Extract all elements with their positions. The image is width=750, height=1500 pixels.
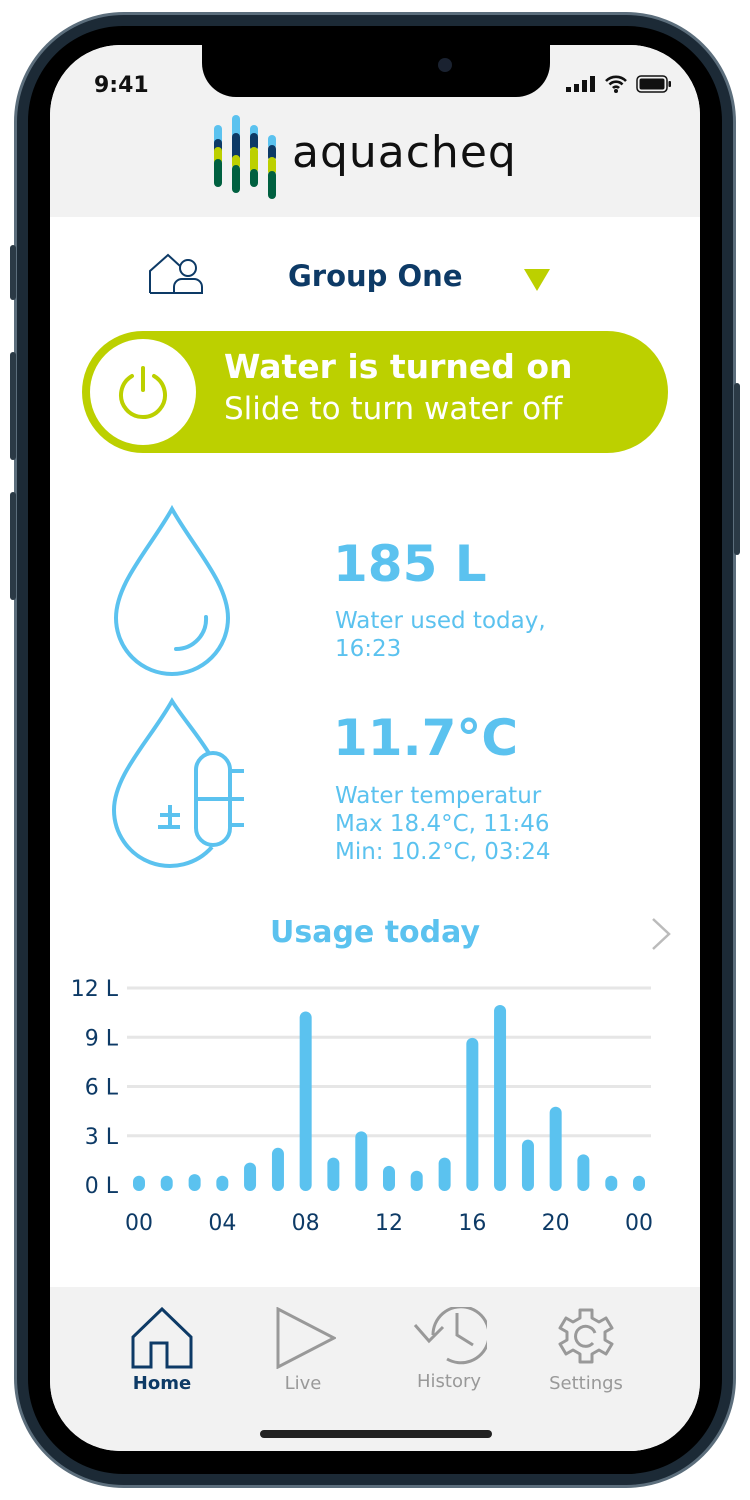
chevron-right-icon[interactable] <box>650 917 672 951</box>
y-tick-label: 9 L <box>85 1026 119 1051</box>
temperature-label: Water temperatur <box>335 783 542 809</box>
usage-time: 16:23 <box>335 636 402 662</box>
nav-label: History <box>416 1371 482 1392</box>
nav-label: Home <box>132 1373 192 1394</box>
camera <box>438 58 452 72</box>
usage-value: 185 L <box>333 535 487 593</box>
water-drop-icon <box>113 504 231 676</box>
power-icon <box>119 366 167 420</box>
slider-knob[interactable] <box>90 339 196 445</box>
usage-chart: 0 L 3 L 6 L 9 L 12 L 00 04 08 12 16 20 00 <box>71 977 653 1236</box>
history-icon <box>413 1307 487 1365</box>
x-tick-label: 16 <box>458 1211 486 1236</box>
x-tick-label: 20 <box>542 1211 570 1236</box>
nav-history[interactable]: History <box>389 1307 509 1392</box>
group-name: Group One <box>288 259 463 293</box>
drop-thermometer-icon <box>111 697 244 868</box>
signal-icon <box>566 76 595 92</box>
status-icons <box>566 75 672 93</box>
home-indicator <box>260 1430 492 1438</box>
temperature-min: Min: 10.2°C, 03:24 <box>335 839 551 865</box>
side-button <box>734 383 740 555</box>
x-tick-label: 04 <box>208 1211 236 1236</box>
usage-label: Water used today, <box>335 608 546 634</box>
gear-icon <box>558 1308 614 1364</box>
water-status-subtitle: Slide to turn water off <box>224 391 563 427</box>
nav-settings[interactable]: Settings <box>526 1307 646 1394</box>
x-tick-label: 08 <box>292 1211 320 1236</box>
bottom-nav: Home Live History Settings <box>50 1287 700 1451</box>
y-tick-label: 6 L <box>85 1076 119 1101</box>
nav-home[interactable]: Home <box>102 1307 222 1394</box>
nav-live[interactable]: Live <box>243 1307 363 1394</box>
home-icon <box>131 1307 193 1369</box>
nav-label: Live <box>284 1373 322 1394</box>
x-tick-label: 00 <box>625 1211 653 1236</box>
wifi-icon <box>605 75 627 93</box>
battery-icon <box>636 75 671 93</box>
screen: 9:41 aquacheq Group One Water is turned … <box>50 45 700 1451</box>
y-tick-label: 12 L <box>71 977 119 1002</box>
x-tick-label: 00 <box>125 1211 153 1236</box>
triangle-down-icon[interactable] <box>524 269 550 291</box>
logo-text: aquacheq <box>292 127 517 178</box>
y-tick-label: 3 L <box>85 1125 119 1150</box>
chart-title: Usage today <box>269 915 481 950</box>
aquacheq-logo <box>214 115 276 199</box>
group-selector[interactable]: Group One <box>50 251 700 301</box>
y-tick-label: 0 L <box>85 1174 119 1199</box>
temperature-max: Max 18.4°C, 11:46 <box>335 811 550 837</box>
play-icon <box>276 1307 336 1369</box>
side-button <box>10 352 16 460</box>
water-toggle-slider[interactable]: Water is turned on Slide to turn water o… <box>82 331 668 453</box>
side-button <box>10 492 16 600</box>
x-tick-label: 12 <box>375 1211 403 1236</box>
temperature-value: 11.7°C <box>333 709 519 767</box>
nav-label: Settings <box>549 1373 623 1394</box>
side-button <box>10 245 16 300</box>
group-user-icon[interactable] <box>148 251 206 295</box>
status-time: 9:41 <box>94 73 149 98</box>
notch <box>202 45 550 97</box>
water-status-title: Water is turned on <box>224 347 573 386</box>
